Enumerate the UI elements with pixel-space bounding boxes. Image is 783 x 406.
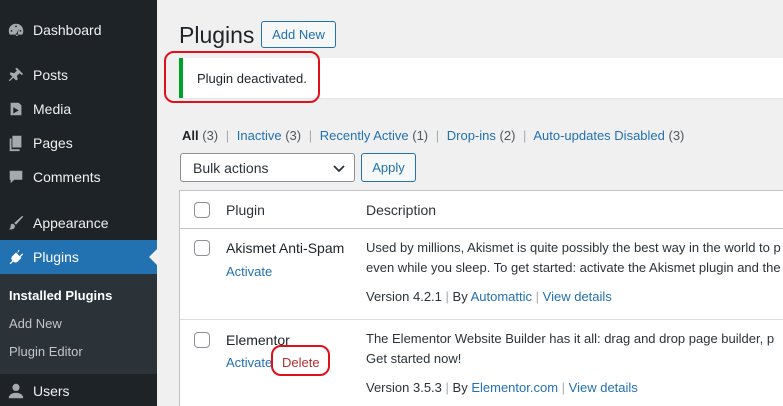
submenu-add-new[interactable]: Add New [9,316,62,331]
bulk-actions-select[interactable]: Bulk actions [180,153,355,182]
plugin-description-line: The Elementor Website Builder has it all… [366,331,775,346]
filter-all[interactable]: All [182,128,199,143]
sidebar-item-label: Comments [33,169,101,185]
delete-highlight-outline [271,345,330,376]
filter-count: (3) [668,128,685,143]
plugin-by: By [452,380,468,395]
filter-auto-updates-disabled[interactable]: Auto-updates Disabled [533,128,665,143]
pages-icon [6,133,26,153]
sidebar-item-label: Posts [33,67,69,83]
bulk-actions-value: Bulk actions [193,159,269,176]
filter-separator: | [523,128,527,143]
dashboard-icon [6,20,26,40]
view-details-link[interactable]: View details [569,380,638,395]
filter-separator: | [435,128,440,143]
plugin-by: By [452,289,468,304]
plugin-meta: Version 4.2.1 | By Automattic | View det… [366,289,612,304]
filter-separator: | [308,128,313,143]
table-row: Akismet Anti-Spam Activate Used by milli… [180,229,783,319]
row-checkbox[interactable] [194,240,210,256]
plugin-version: Version 3.5.3 [366,380,442,395]
plugin-version: Version 4.2.1 [366,289,442,304]
submenu-plugin-editor[interactable]: Plugin Editor [9,344,83,359]
sidebar-item-label: Users [33,383,70,399]
row-checkbox[interactable] [194,332,210,348]
apply-button[interactable]: Apply [361,153,416,182]
plugin-description-line: Used by millions, Akismet is quite possi… [366,240,781,255]
plugin-icon [6,247,26,267]
filter-separator: | [225,128,230,143]
select-all-checkbox[interactable] [194,202,210,218]
plugins-submenu: Installed Plugins Add New Plugin Editor [0,274,157,374]
filter-count: (1) [412,128,429,143]
submenu-installed-plugins[interactable]: Installed Plugins [9,288,112,303]
plugin-status-filters: All (3) | Inactive (3) | Recently Active… [182,128,684,143]
sidebar-item-pages[interactable]: Pages [0,126,157,160]
filter-count: (3) [285,128,302,143]
filter-recently-active[interactable]: Recently Active [320,128,409,143]
sidebar-item-label: Appearance [33,215,109,231]
comment-icon [6,167,26,187]
filter-count: (3) [202,128,219,143]
activate-link[interactable]: Activate [226,355,272,370]
sidebar-item-posts[interactable]: Posts [0,58,157,92]
sidebar-item-media[interactable]: Media [0,92,157,126]
sidebar-item-label: Media [33,101,72,117]
plugin-meta: Version 3.5.3 | By Elementor.com | View … [366,380,638,395]
plugin-description-line: Get started now! [366,351,462,366]
plugin-description-line: even while you sleep. To get started: ac… [366,260,781,275]
admin-sidebar: Dashboard Posts Media Pages Comments App… [0,0,157,406]
plugin-author-link[interactable]: Automattic [471,289,532,304]
activate-link[interactable]: Activate [226,264,272,279]
media-icon [6,99,26,119]
pin-icon [6,65,26,85]
column-header-description: Description [366,202,437,218]
filter-count: (2) [499,128,516,143]
sidebar-item-dashboard[interactable]: Dashboard [0,13,157,47]
brush-icon [6,213,26,233]
filter-inactive[interactable]: Inactive [237,128,282,143]
sidebar-item-label: Dashboard [33,22,102,38]
chevron-down-icon [333,165,345,173]
column-header-plugin: Plugin [226,202,265,218]
plugin-author-link[interactable]: Elementor.com [471,380,558,395]
sidebar-item-label: Pages [33,135,73,151]
highlight-outline [164,51,320,103]
sidebar-item-label: Plugins [33,249,79,265]
table-header: Plugin Description [180,191,783,229]
user-icon [6,381,26,401]
sidebar-item-comments[interactable]: Comments [0,160,157,194]
filter-drop-ins[interactable]: Drop-ins [447,128,496,143]
view-details-link[interactable]: View details [543,289,612,304]
sidebar-item-users[interactable]: Users [0,374,157,406]
page-title: Plugins [179,22,255,48]
sidebar-item-plugins[interactable]: Plugins [0,240,157,274]
plugins-table: Plugin Description Akismet Anti-Spam Act… [179,190,783,406]
add-new-button[interactable]: Add New [261,21,336,48]
plugin-name: Akismet Anti-Spam [226,240,345,256]
sidebar-item-appearance[interactable]: Appearance [0,206,157,240]
